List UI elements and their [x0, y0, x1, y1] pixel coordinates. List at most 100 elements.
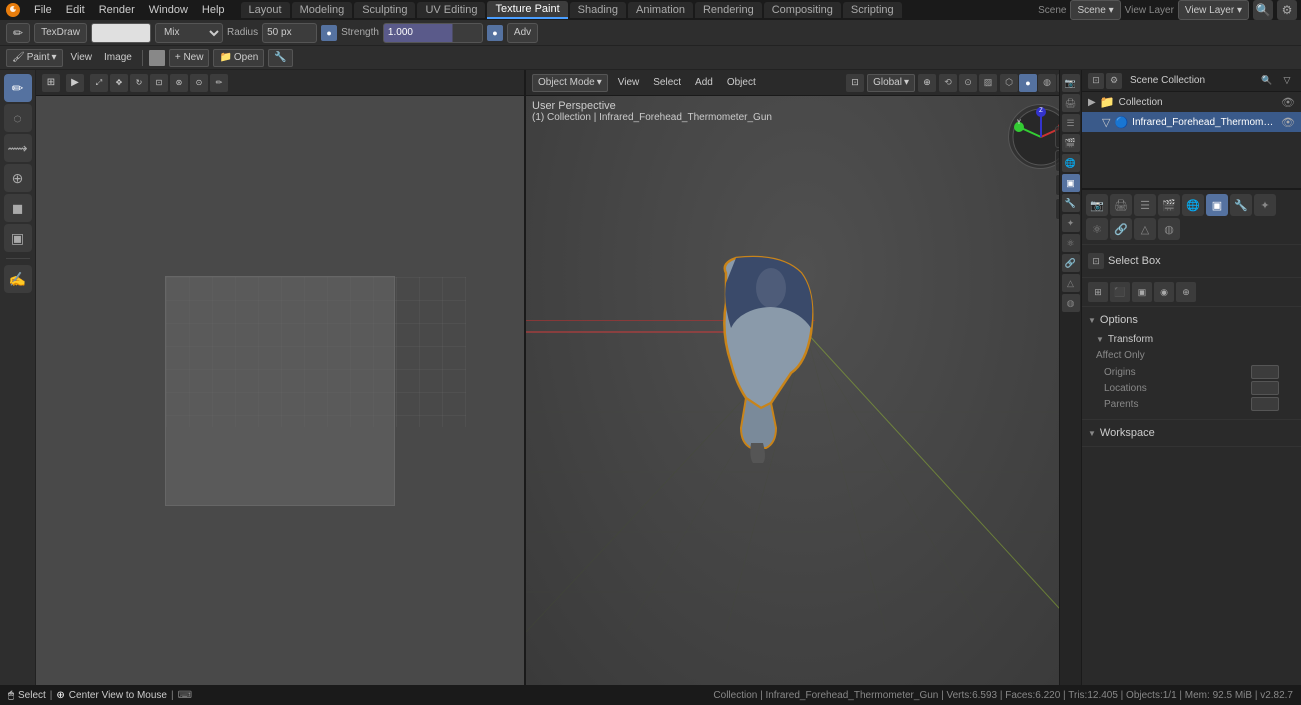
viewport-object-menu[interactable]: Object	[723, 75, 760, 90]
strength-value[interactable]: 1.000	[383, 23, 483, 43]
annotate-tool[interactable]: ✍	[4, 265, 32, 293]
uv-zoom-fit[interactable]: ⊡	[150, 74, 168, 92]
material-icon[interactable]: ◍	[1158, 218, 1180, 240]
locations-toggle[interactable]	[1251, 381, 1279, 395]
filter-icon[interactable]: ⚙	[1277, 0, 1297, 20]
mask-tool[interactable]: ▣	[4, 224, 32, 252]
material-icon[interactable]: ◍	[1038, 74, 1056, 92]
tab-uv-editing[interactable]: UV Editing	[417, 2, 485, 18]
viewport-view-menu[interactable]: View	[614, 75, 644, 90]
brush-tool[interactable]: ✏	[4, 74, 32, 102]
tool-mode-btn[interactable]: ✏	[6, 23, 30, 43]
clone-tool[interactable]: ⊕	[4, 164, 32, 192]
workspace-header[interactable]: Workspace	[1088, 424, 1295, 442]
world-icon[interactable]: 🌐	[1182, 194, 1204, 216]
smear-tool[interactable]: ⟿	[4, 134, 32, 162]
viewport-select-menu[interactable]: Select	[649, 75, 685, 90]
render-icon[interactable]: 📷	[1086, 194, 1108, 216]
sub-icon-1[interactable]: ⊞	[1088, 282, 1108, 302]
view-layer-icon[interactable]: ☰	[1134, 194, 1156, 216]
viewport-add-menu[interactable]: Add	[691, 75, 717, 90]
tab-sculpting[interactable]: Sculpting	[354, 2, 415, 18]
data-icon[interactable]: △	[1134, 218, 1156, 240]
parents-toggle[interactable]	[1251, 397, 1279, 411]
output-props-icon[interactable]: 🖨	[1062, 94, 1080, 112]
menu-window[interactable]: Window	[143, 2, 194, 18]
render-props-icon[interactable]: 📷	[1062, 74, 1080, 92]
item-eye-icon[interactable]: 👁	[1281, 116, 1295, 129]
uv-pan[interactable]: ✥	[110, 74, 128, 92]
modifier-props-icon[interactable]: 🔧	[1062, 194, 1080, 212]
tab-animation[interactable]: Animation	[628, 2, 693, 18]
transform-global-btn[interactable]: Global ▾	[867, 74, 915, 92]
radius-value[interactable]: 50 px	[262, 23, 317, 43]
menu-file[interactable]: File	[28, 2, 58, 18]
solid-icon[interactable]: ●	[1019, 74, 1037, 92]
brush-name-btn[interactable]: TexDraw	[34, 23, 87, 43]
scene-props-icon[interactable]: 🎬	[1062, 134, 1080, 152]
tab-shading[interactable]: Shading	[570, 2, 626, 18]
sub-icon-3[interactable]: ▣	[1132, 282, 1152, 302]
tab-compositing[interactable]: Compositing	[764, 2, 841, 18]
misc-btn[interactable]: 🔧	[268, 49, 292, 67]
new-image-btn[interactable]: + New	[169, 49, 210, 67]
view-menu[interactable]: View	[67, 50, 97, 65]
tab-layout[interactable]: Layout	[241, 2, 290, 18]
menu-help[interactable]: Help	[196, 2, 231, 18]
outliner-item-scene-collection[interactable]: ▶ 📁 Collection 👁	[1082, 92, 1301, 112]
menu-edit[interactable]: Edit	[60, 2, 91, 18]
constraints-icon[interactable]: 🔗	[1110, 218, 1132, 240]
outliner-item-thermometer[interactable]: ▽ 🔵 Infrared_Forehead_Thermometer_Gun 👁	[1082, 112, 1301, 132]
sub-icon-5[interactable]: ⊕	[1176, 282, 1196, 302]
world-props-icon[interactable]: 🌐	[1062, 154, 1080, 172]
tab-modeling[interactable]: Modeling	[292, 2, 353, 18]
transform-header[interactable]: Transform	[1096, 331, 1287, 348]
object-icon[interactable]: ▣	[1206, 194, 1228, 216]
tab-scripting[interactable]: Scripting	[843, 2, 902, 18]
view-layer-selector[interactable]: View Layer ▾	[1178, 0, 1249, 20]
menu-render[interactable]: Render	[93, 2, 141, 18]
pivot-btn[interactable]: ⊕	[918, 74, 936, 92]
gizmo-icon[interactable]: ⟲	[939, 74, 957, 92]
search-icon[interactable]: 🔍	[1253, 0, 1273, 20]
outliner-filter2-icon[interactable]: ▽	[1279, 73, 1295, 89]
modifier-icon[interactable]: 🔧	[1230, 194, 1252, 216]
sub-icon-2[interactable]: ⬛	[1110, 282, 1130, 302]
outliner-search-icon[interactable]: 🔍	[1259, 73, 1275, 89]
origins-toggle[interactable]	[1251, 365, 1279, 379]
blend-mode-select[interactable]: Mix Add Subtract	[155, 23, 223, 43]
uv-camera[interactable]: ⊛	[170, 74, 188, 92]
uv-overlay[interactable]: ⊙	[190, 74, 208, 92]
tab-rendering[interactable]: Rendering	[695, 2, 762, 18]
scene-selector[interactable]: Scene ▾	[1070, 0, 1120, 20]
constraints-props-icon[interactable]: 🔗	[1062, 254, 1080, 272]
overlay-icon[interactable]: ⊙	[959, 74, 977, 92]
sub-icon-4[interactable]: ◉	[1154, 282, 1174, 302]
options-header[interactable]: Options	[1088, 311, 1295, 329]
object-props-icon[interactable]: ▣	[1062, 174, 1080, 192]
color-input[interactable]	[91, 23, 151, 43]
particles-icon[interactable]: ✦	[1254, 194, 1276, 216]
paint-mode-btn[interactable]: 🖌 Paint ▾	[6, 49, 63, 67]
data-props-icon[interactable]: △	[1062, 274, 1080, 292]
radius-toggle[interactable]: ●	[321, 25, 337, 41]
uv-orbit[interactable]: ↻	[130, 74, 148, 92]
object-mode-btn[interactable]: Object Mode ▾	[532, 74, 608, 92]
scene-icon[interactable]: 🎬	[1158, 194, 1180, 216]
soften-tool[interactable]: ◌	[4, 104, 32, 132]
physics-icon[interactable]: ⚛	[1086, 218, 1108, 240]
output-icon[interactable]: 🖨	[1110, 194, 1132, 216]
viewport-snap-btn[interactable]: ⊡	[846, 74, 864, 92]
material-props-icon[interactable]: ◍	[1062, 294, 1080, 312]
physics-props-icon[interactable]: ⚛	[1062, 234, 1080, 252]
tab-texture-paint[interactable]: Texture Paint	[487, 1, 567, 19]
image-menu[interactable]: Image	[100, 50, 136, 65]
wireframe-icon[interactable]: ⬡	[1000, 74, 1018, 92]
outliner-filter-icon[interactable]: ⊡	[1088, 73, 1104, 89]
uv-draw[interactable]: ✏	[210, 74, 228, 92]
eye-icon[interactable]: 👁	[1281, 96, 1295, 109]
xray-icon[interactable]: ▨	[979, 74, 997, 92]
view-layer-props-icon[interactable]: ☰	[1062, 114, 1080, 132]
outliner-settings-icon[interactable]: ⚙	[1106, 73, 1122, 89]
fill-tool[interactable]: ◼	[4, 194, 32, 222]
